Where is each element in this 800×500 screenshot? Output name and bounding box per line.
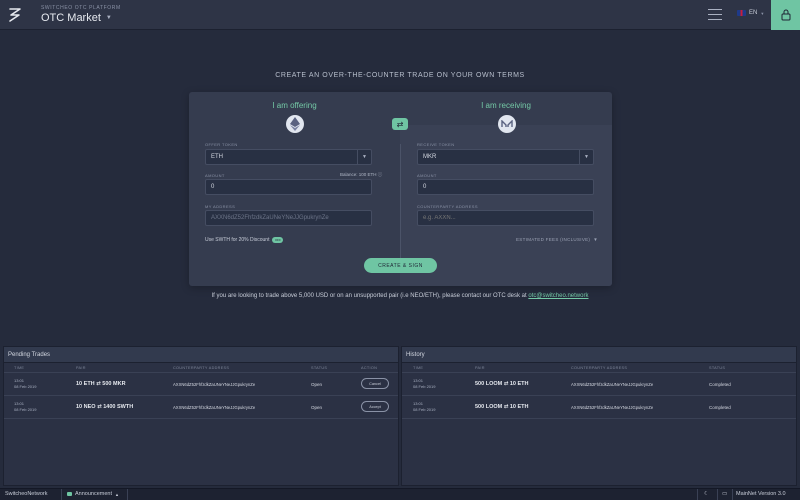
offer-amount-label: AMOUNT	[205, 173, 225, 178]
mkr-token-icon	[498, 115, 516, 133]
receive-token-select[interactable]: MKR ▼	[417, 149, 594, 165]
receive-token-value: MKR	[423, 154, 437, 160]
chevron-up-icon: ▲	[115, 491, 119, 497]
cancel-button[interactable]: Cancel	[361, 378, 389, 389]
chevron-down-icon: ▼	[760, 10, 765, 16]
counterparty-address-input[interactable]	[417, 210, 594, 226]
estimated-fees-toggle[interactable]: ESTIMATED FEES (INCLUSIVE) ▼	[516, 237, 598, 242]
offer-token-label: OFFER TOKEN	[205, 142, 238, 147]
network-version: MainNet Version 3.0	[736, 491, 786, 497]
table-row: 13:01 08 Feb 2019 500 LOOM ⇄ 10 ETH AXXN6…	[402, 373, 796, 396]
hamburger-menu-icon[interactable]	[708, 9, 722, 20]
offer-amount-input[interactable]: 0	[205, 179, 372, 195]
create-trade-card: I am offering I am receiving ⇄ OFFER TOK…	[189, 92, 612, 286]
estimated-fees-label: ESTIMATED FEES (INCLUSIVE)	[516, 237, 591, 242]
otc-note-text: If you are looking to trade above 5,000 …	[211, 293, 527, 299]
wallet-button[interactable]	[771, 0, 800, 30]
otc-desk-note: If you are looking to trade above 5,000 …	[0, 293, 800, 299]
table-row: 13:01 08 Feb 2019 500 LOOM ⇄ 10 ETH AXXN6…	[402, 396, 796, 419]
hero-title: CREATE AN OVER-THE-COUNTER TRADE ON YOUR…	[275, 72, 525, 79]
divider	[127, 489, 128, 500]
create-sign-button[interactable]: CREATE & SIGN	[364, 258, 437, 273]
status-bar: SwitcheoNetwork Announcement ▲ ☾ ▭ MainN…	[0, 488, 800, 500]
swap-direction-icon[interactable]: ⇄	[392, 118, 408, 130]
theme-toggle[interactable]: ☾	[704, 491, 709, 497]
platform-label: SWITCHEO OTC PLATFORM	[41, 5, 121, 11]
network-label: SwitcheoNetwork	[5, 491, 48, 497]
table-row: 13:01 08 Feb 2019 10 ETH ⇄ 500 MKR AXXN6d…	[4, 373, 398, 396]
offer-balance: Balance: 100 ETH ⓘ	[340, 172, 382, 178]
offer-token-select[interactable]: ETH ▼	[205, 149, 372, 165]
chevron-down-icon: ▼	[593, 237, 598, 242]
receive-amount-input[interactable]: 0	[417, 179, 594, 195]
top-header: SWITCHEO OTC PLATFORM OTC Market ▼ EN ▼	[0, 0, 800, 30]
moon-icon: ☾	[704, 491, 709, 497]
divider	[61, 489, 62, 500]
otc-email-link[interactable]: otc@switcheo.network	[528, 293, 588, 299]
info-icon: ⓘ	[377, 172, 383, 177]
market-title: OTC Market	[41, 12, 101, 24]
market-selector[interactable]: OTC Market ▼	[41, 12, 112, 24]
chevron-down-icon: ▼	[357, 150, 371, 164]
pending-table-header: TIME PAIR COUNTERPARTY ADDRESS STATUS AC…	[4, 363, 398, 373]
swth-discount-row: Use SWTH for 20% Discount OFF	[205, 237, 284, 243]
divider	[732, 489, 733, 500]
balance-text: Balance: 100 ETH	[340, 172, 377, 177]
uk-flag-icon	[737, 10, 746, 16]
announcement-toggle[interactable]: Announcement ▲	[67, 491, 119, 497]
monitor-icon[interactable]: ▭	[722, 491, 727, 497]
swth-discount-label: Use SWTH for 20% Discount	[205, 237, 270, 243]
swth-discount-toggle[interactable]: OFF	[272, 237, 284, 243]
table-row: 13:01 08 Feb 2019 10 NEO ⇄ 1400 SWTH AXXN…	[4, 396, 398, 419]
pending-trades-panel: Pending Trades TIME PAIR COUNTERPARTY AD…	[3, 346, 399, 486]
receive-amount-label: AMOUNT	[417, 173, 437, 178]
eth-token-icon	[286, 115, 304, 133]
divider	[697, 489, 698, 500]
history-panel: History TIME PAIR COUNTERPARTY ADDRESS S…	[401, 346, 797, 486]
chevron-down-icon: ▼	[105, 15, 112, 21]
counterparty-address-label: COUNTERPARTY ADDRESS	[417, 204, 478, 209]
my-address-label: MY ADDRESS	[205, 204, 236, 209]
announcement-label: Announcement	[75, 491, 112, 497]
language-code: EN	[749, 10, 758, 16]
announcement-icon	[67, 492, 72, 496]
accept-button[interactable]: Accept	[361, 401, 389, 412]
offer-heading: I am offering	[272, 101, 317, 110]
receive-token-label: RECEIVE TOKEN	[417, 142, 455, 147]
divider	[400, 144, 401, 266]
my-address-field[interactable]: AXXN6dZ52FhfzdkZaUNeYNeJJGpukrynZe	[205, 210, 372, 226]
history-table-header: TIME PAIR COUNTERPARTY ADDRESS STATUS	[402, 363, 796, 373]
wallet-lock-icon	[781, 9, 790, 21]
receive-heading: I am receiving	[481, 101, 531, 110]
divider	[717, 489, 718, 500]
switcheo-logo-icon[interactable]	[7, 6, 23, 24]
network-link[interactable]: SwitcheoNetwork	[5, 491, 48, 497]
offer-token-value: ETH	[211, 154, 223, 160]
history-title: History	[402, 347, 796, 363]
chevron-down-icon: ▼	[579, 150, 593, 164]
language-selector[interactable]: EN ▼	[737, 10, 764, 16]
pending-trades-title: Pending Trades	[4, 347, 398, 363]
